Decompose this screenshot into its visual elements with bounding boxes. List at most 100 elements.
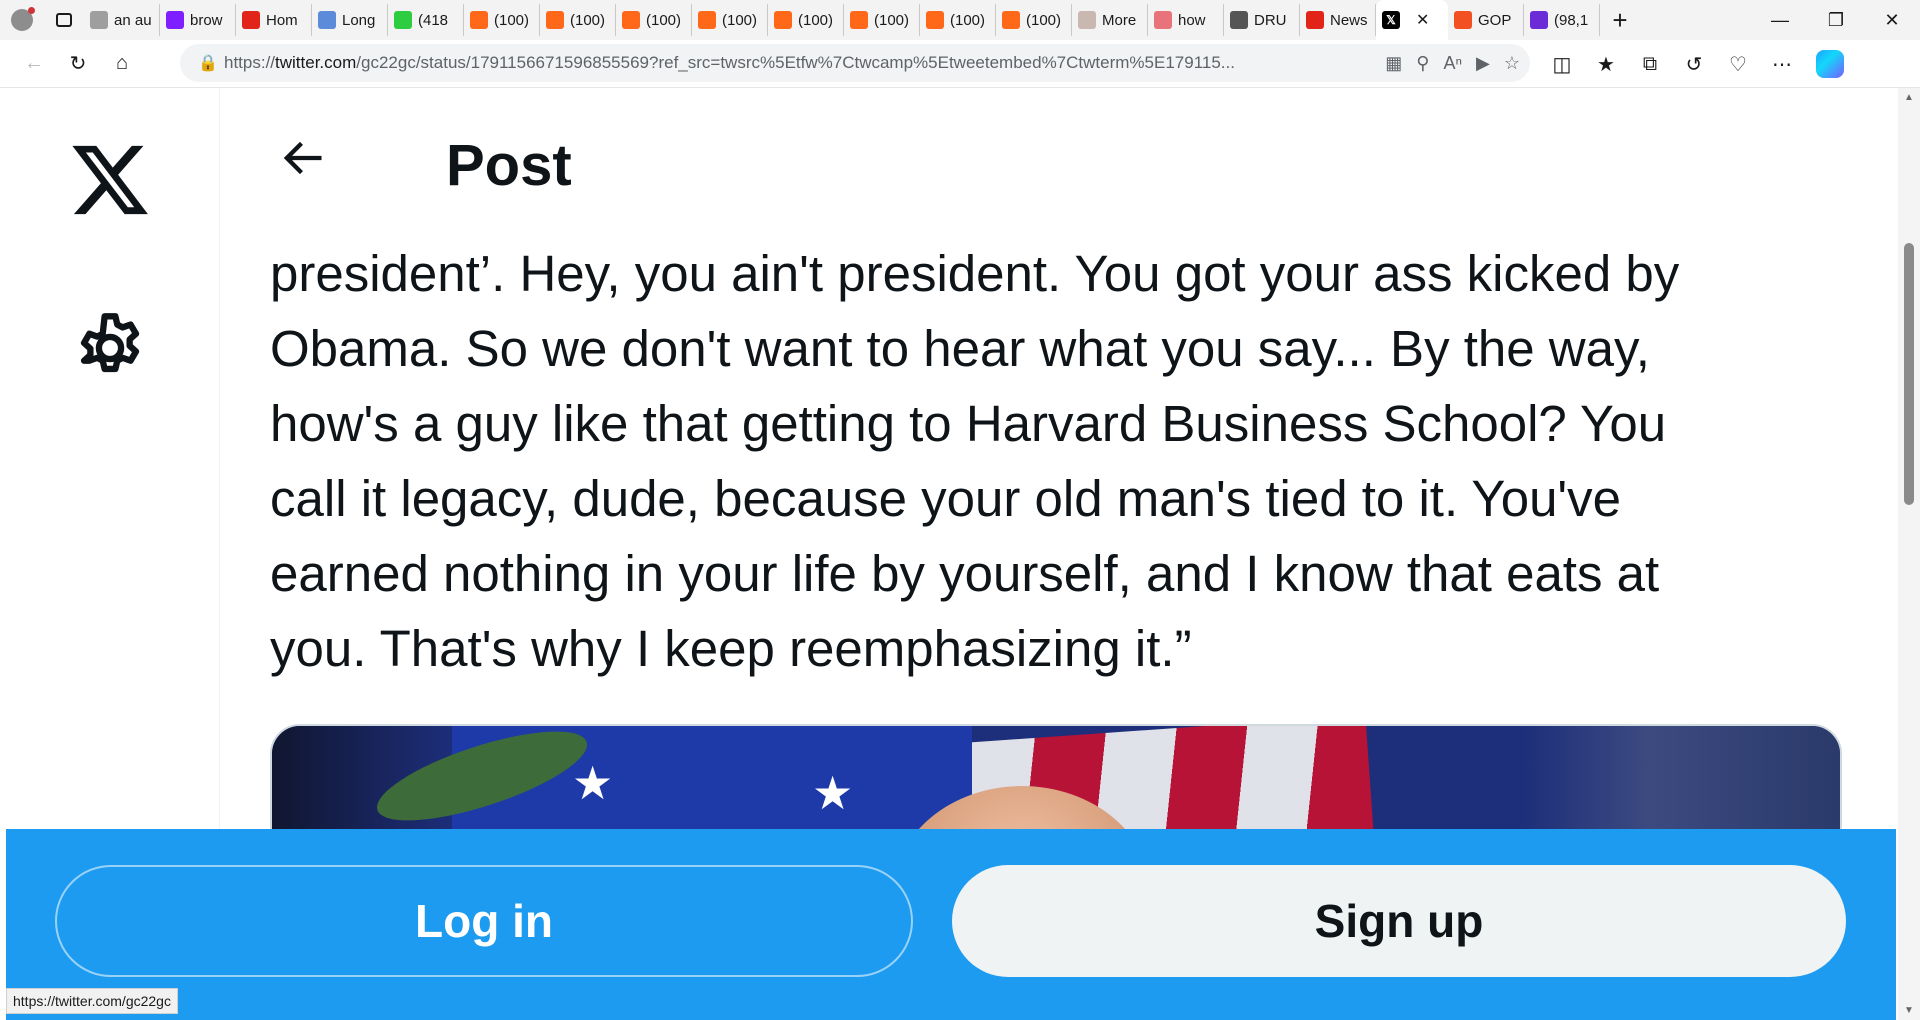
home-button[interactable]: ⌂ xyxy=(100,42,144,86)
substack-icon xyxy=(698,11,716,29)
browser-tab[interactable]: GOP xyxy=(1448,4,1524,36)
browser-tab[interactable]: DRU xyxy=(1224,4,1300,36)
substack-icon xyxy=(546,11,564,29)
refresh-button[interactable]: ↻ xyxy=(56,42,100,86)
new-tab-button[interactable]: + xyxy=(1600,5,1640,36)
browser-tab[interactable]: (418 xyxy=(388,4,464,36)
tab-label: News xyxy=(1330,11,1368,29)
tab-label: (100) xyxy=(1026,11,1062,29)
bi-icon xyxy=(1078,11,1096,29)
browser-tab[interactable]: (100) xyxy=(768,4,844,36)
page-icon xyxy=(90,11,108,29)
scroll-up-arrow-icon[interactable]: ▲ xyxy=(1904,92,1914,103)
address-bar-icons: ▦ ⚲ Aⁿ ▶ ☆ xyxy=(1385,44,1520,82)
browser-tab[interactable]: Hom xyxy=(236,4,312,36)
substack-icon xyxy=(926,11,944,29)
zoom-icon[interactable]: ⚲ xyxy=(1416,53,1429,74)
tab-label: (418 xyxy=(418,11,449,29)
microsoft-icon xyxy=(1454,11,1472,29)
settings-gear-icon[interactable] xyxy=(72,310,148,386)
history-icon[interactable]: ↺ xyxy=(1672,42,1716,86)
performance-icon[interactable]: ♡ xyxy=(1716,42,1760,86)
tab-list: an au brow Hom Long (418 (100) (100) (100) (100)… xyxy=(84,0,1600,40)
tab-label: Long xyxy=(342,11,376,29)
tweet-text-line: president’. Hey, you ain't president. Yo… xyxy=(270,245,1680,302)
address-bar[interactable]: 🔒 https://twitter.com/gc22gc/status/1791… xyxy=(180,44,1530,82)
browser-tab[interactable]: (100) xyxy=(464,4,540,36)
tab-label: (100) xyxy=(494,11,530,29)
tab-label: (100) xyxy=(722,11,758,29)
tab-label: (100) xyxy=(798,11,834,29)
tweet-text-line: call it legacy, dude, because your old m… xyxy=(270,470,1622,527)
copilot-icon[interactable] xyxy=(1816,50,1844,78)
browser-tab[interactable]: an au xyxy=(84,4,160,36)
notification-dot xyxy=(28,7,35,14)
tab-label: (100) xyxy=(570,11,606,29)
star-icon: ★ xyxy=(572,757,614,809)
tab-label: (100) xyxy=(950,11,986,29)
tab-label: GOP xyxy=(1478,11,1512,29)
login-button[interactable]: Log in xyxy=(55,865,913,977)
toolbar-right-icons: ◫ ★ ⧉ ↺ ♡ ⋯ xyxy=(1540,40,1844,88)
back-arrow-icon[interactable] xyxy=(276,132,328,184)
page-scrollbar[interactable]: ▲ ▼ xyxy=(1898,88,1920,1020)
split-screen-icon[interactable]: ◫ xyxy=(1540,42,1584,86)
media-icon[interactable]: ▶ xyxy=(1476,53,1490,74)
favorite-star-icon[interactable]: ☆ xyxy=(1504,53,1520,74)
scroll-down-arrow-icon[interactable]: ▼ xyxy=(1904,1005,1914,1016)
x-logo-icon[interactable] xyxy=(68,138,152,222)
drudge-icon xyxy=(1230,11,1248,29)
signup-button[interactable]: Sign up xyxy=(952,865,1846,977)
star-icon: ★ xyxy=(812,767,854,819)
substack-icon xyxy=(1002,11,1020,29)
browser-tab[interactable]: (100) xyxy=(996,4,1072,36)
post-header: Post xyxy=(220,88,1900,238)
browser-tab[interactable]: (100) xyxy=(540,4,616,36)
restore-button[interactable]: ❐ xyxy=(1808,0,1864,40)
profile-avatar[interactable] xyxy=(0,0,44,40)
browser-tab[interactable]: how xyxy=(1148,4,1224,36)
app-available-icon[interactable]: ▦ xyxy=(1385,53,1402,74)
more-menu-icon[interactable]: ⋯ xyxy=(1760,42,1804,86)
status-bar-url: https://twitter.com/gc22gc xyxy=(6,988,178,1014)
url-text[interactable]: https://twitter.com/gc22gc/status/179115… xyxy=(224,53,1284,73)
web-page: Post president’. Hey, you ain't presiden… xyxy=(0,88,1920,1020)
tweet-text: president’. Hey, you ain't president. Yo… xyxy=(270,236,1810,686)
substack-icon xyxy=(470,11,488,29)
app-icon xyxy=(242,11,260,29)
browser-tab[interactable]: Long xyxy=(312,4,388,36)
browser-tab[interactable]: (98,1 xyxy=(1524,4,1600,36)
tab-actions-button[interactable] xyxy=(44,0,84,40)
browser-tab[interactable]: (100) xyxy=(616,4,692,36)
close-tab-icon[interactable]: ✕ xyxy=(1416,10,1429,30)
tab-label: Hom xyxy=(266,11,298,29)
g-icon xyxy=(394,11,412,29)
favorites-icon[interactable]: ★ xyxy=(1584,42,1628,86)
tab-label: (100) xyxy=(646,11,682,29)
tweet-text-line: you. That's why I keep reemphasizing it.… xyxy=(270,620,1192,677)
scrollbar-thumb[interactable] xyxy=(1904,243,1914,505)
youtube-icon xyxy=(1154,11,1172,29)
collections-icon[interactable]: ⧉ xyxy=(1628,42,1672,86)
lock-icon: 🔒 xyxy=(198,55,218,72)
close-window-button[interactable]: ✕ xyxy=(1864,0,1920,40)
browser-tab[interactable]: News xyxy=(1300,4,1376,36)
tab-label: brow xyxy=(190,11,223,29)
browser-tab[interactable]: (100) xyxy=(844,4,920,36)
browser-tab[interactable]: (100) xyxy=(692,4,768,36)
browser-tab[interactable]: (100) xyxy=(920,4,996,36)
minimize-button[interactable]: — xyxy=(1752,0,1808,40)
yahoo-icon xyxy=(166,11,184,29)
substack-icon xyxy=(622,11,640,29)
tab-label: More xyxy=(1102,11,1137,29)
read-aloud-icon[interactable]: Aⁿ xyxy=(1443,53,1462,74)
back-nav-button[interactable]: ← xyxy=(12,42,56,86)
x-icon: 𝕏 xyxy=(1382,11,1400,29)
browser-tab[interactable]: brow xyxy=(160,4,236,36)
browser-tab[interactable]: 𝕏 ✕ xyxy=(1376,0,1448,40)
browser-tab[interactable]: More xyxy=(1072,4,1148,36)
substack-icon xyxy=(850,11,868,29)
url-host: twitter.com xyxy=(275,53,357,72)
browser-toolbar: ← ↻ ⌂ 🔒 https://twitter.com/gc22gc/statu… xyxy=(0,40,1920,88)
page-title: Post xyxy=(446,133,572,198)
